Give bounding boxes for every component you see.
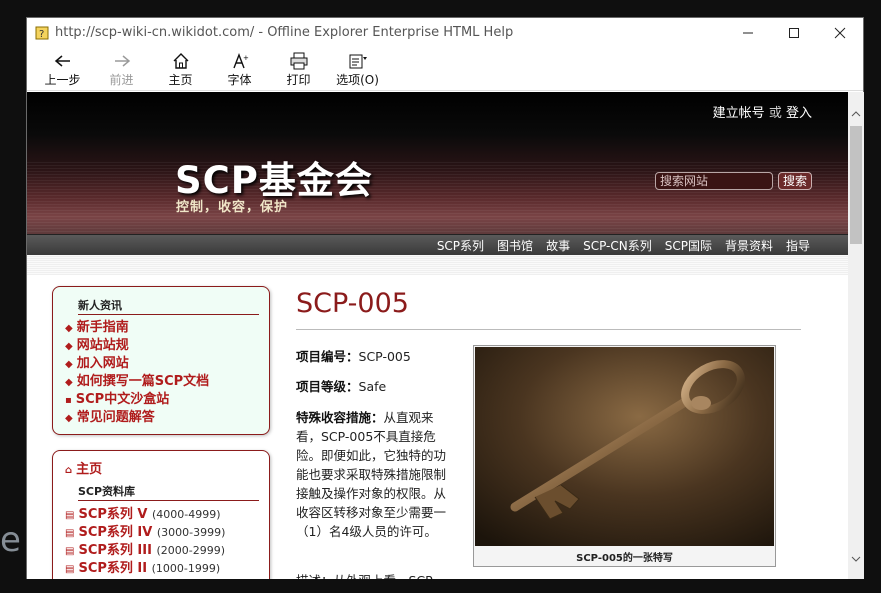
options-button[interactable]: 选项(O)	[328, 48, 387, 90]
nav-background[interactable]: 背景资料	[725, 237, 773, 254]
help-window: ? http://scp-wiki-cn.wikidot.com/ - Offl…	[26, 17, 864, 579]
diamond-bullet-icon: ◆	[65, 359, 73, 370]
item-number: 项目编号：SCP-005	[296, 349, 411, 364]
site-header: 建立帐号 或 登入 SCP基金会 控制，收容，保护 搜索网站 搜索	[27, 92, 848, 234]
create-account-link[interactable]: 建立帐号	[713, 106, 765, 121]
page-icon: ▤	[65, 528, 75, 539]
minimize-button[interactable]	[725, 18, 771, 47]
printer-icon	[289, 51, 309, 71]
page-icon: ▤	[65, 564, 75, 575]
nav-scp-cn-series[interactable]: SCP-CN系列	[583, 237, 652, 254]
diamond-bullet-icon: ◆	[65, 413, 73, 424]
scroll-thumb[interactable]	[850, 126, 862, 244]
print-label: 打印	[286, 73, 311, 87]
sidebar-link-series-3[interactable]: ▤ SCP系列 III (2000-2999)	[53, 542, 269, 560]
home-icon	[172, 51, 190, 71]
square-bullet-icon: ▪	[65, 395, 72, 406]
diamond-bullet-icon: ◆	[65, 323, 73, 334]
home-button[interactable]: 主页	[151, 48, 210, 90]
sidebar-link-series-5[interactable]: ▤ SCP系列 V (4000-4999)	[53, 506, 269, 524]
help-app-icon: ?	[35, 26, 49, 40]
svg-text:+: +	[243, 54, 249, 62]
nav-library[interactable]: 图书馆	[497, 237, 533, 254]
sign-in-link[interactable]: 登入	[786, 106, 812, 121]
nav-scp-international[interactable]: SCP国际	[665, 237, 712, 254]
maximize-button[interactable]	[771, 18, 817, 47]
sidebar-link-home[interactable]: ⌂ 主页	[53, 461, 269, 479]
scp-005-image-block: SCP-005的一张特写	[473, 345, 776, 567]
sidebar-link-join[interactable]: ◆ 加入网站	[53, 355, 269, 373]
site-slogan: 控制，收容，保护	[176, 200, 289, 215]
sidebar-link-sandbox[interactable]: ▪ SCP中文沙盒站	[53, 391, 269, 409]
diamond-bullet-icon: ◆	[65, 377, 73, 388]
svg-text:?: ?	[39, 29, 44, 40]
options-label: 选项(O)	[336, 73, 379, 87]
sidebar-link-series-2[interactable]: ▤ SCP系列 II (1000-1999)	[53, 560, 269, 578]
forward-button[interactable]: 前进	[92, 48, 151, 90]
home-small-icon: ⌂	[65, 465, 73, 476]
font-label: 字体	[227, 73, 252, 87]
search-button[interactable]: 搜索	[778, 172, 812, 190]
print-button[interactable]: 打印	[269, 48, 328, 90]
sidebar-link-series-4[interactable]: ▤ SCP系列 IV (3000-3999)	[53, 524, 269, 542]
scroll-up-icon[interactable]	[848, 106, 864, 122]
sidebar-link-rules[interactable]: ◆ 网站站规	[53, 337, 269, 355]
login-status: 建立帐号 或 登入	[712, 106, 812, 121]
help-content-pane: 建立帐号 或 登入 SCP基金会 控制，收容，保护 搜索网站 搜索 SCP系列 …	[27, 92, 848, 579]
back-button[interactable]: 上一步	[33, 48, 92, 90]
page-icon: ▤	[65, 546, 75, 557]
sidebar-link-how-to-write[interactable]: ◆ 如何撰写一篇SCP文档	[53, 373, 269, 391]
toolbar: 上一步 前进 主页 + 字体 打印 选项(O)	[27, 47, 863, 91]
forward-arrow-icon	[113, 51, 131, 71]
background-window-fragment: e	[0, 520, 21, 560]
font-icon: +	[231, 51, 249, 71]
newcomer-heading: 新人资讯	[78, 297, 259, 315]
scp-database-box: ⌂ 主页 SCP资料库 ▤ SCP系列 V (4000-4999) ▤ SCP系列 I…	[52, 450, 270, 579]
figure-caption: SCP-005的一张特写	[576, 553, 673, 564]
options-icon	[348, 51, 368, 71]
database-heading: SCP资料库	[78, 483, 259, 501]
maximize-icon	[789, 27, 799, 38]
scroll-down-icon[interactable]	[848, 551, 864, 567]
close-icon	[834, 27, 846, 38]
sidebar-link-guide[interactable]: ◆ 新手指南	[53, 319, 269, 337]
diamond-bullet-icon: ◆	[65, 341, 73, 352]
minimize-icon	[743, 32, 753, 33]
newcomer-info-box: 新人资讯 ◆ 新手指南 ◆ 网站站规 ◆ 加入网站 ◆ 如何撰写一篇SCP文档 ▪ SCP…	[52, 286, 270, 435]
description-partial: 描述：从外观上看，SCP-	[296, 571, 456, 579]
page-icon: ▤	[65, 510, 75, 521]
search-input[interactable]: 搜索网站	[655, 172, 773, 190]
top-nav: SCP系列 图书馆 故事 SCP-CN系列 SCP国际 背景资料 指导	[27, 234, 848, 255]
home-label: 主页	[168, 73, 193, 87]
forward-label: 前进	[109, 73, 134, 87]
key-photo[interactable]	[475, 347, 774, 546]
page-title: SCP-005	[296, 288, 409, 319]
nav-scp-series[interactable]: SCP系列	[437, 237, 484, 254]
title-bar: ? http://scp-wiki-cn.wikidot.com/ - Offl…	[27, 18, 863, 47]
containment-procedures: 特殊收容措施：从直观来看，SCP-005不具直接危险。即便如此，它独特的功能也要…	[296, 410, 447, 539]
close-button[interactable]	[817, 18, 863, 47]
nav-guide[interactable]: 指导	[786, 237, 810, 254]
font-button[interactable]: + 字体	[210, 48, 269, 90]
back-label: 上一步	[44, 73, 81, 87]
window-title: http://scp-wiki-cn.wikidot.com/ - Offlin…	[55, 25, 514, 40]
back-arrow-icon	[54, 51, 72, 71]
vertical-scrollbar[interactable]	[848, 92, 864, 579]
nav-stories[interactable]: 故事	[546, 237, 570, 254]
sidebar-link-faq[interactable]: ◆ 常见问题解答	[53, 409, 269, 427]
object-class: 项目等级：Safe	[296, 379, 387, 394]
